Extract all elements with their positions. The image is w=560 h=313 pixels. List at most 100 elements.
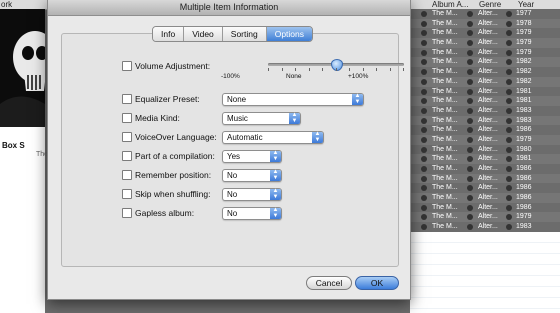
arrow-link-icon[interactable] (506, 69, 512, 76)
arrow-link-icon[interactable] (467, 166, 473, 172)
arrow-link-icon[interactable] (467, 30, 473, 37)
arrow-link-icon[interactable] (421, 88, 427, 95)
arrow-link-icon[interactable] (421, 224, 427, 231)
arrow-link-icon[interactable] (421, 98, 427, 105)
list-item[interactable]: The M... Alter... 1978 (410, 18, 560, 29)
media-kind-select[interactable]: Music ▲ ▼ (222, 112, 301, 125)
arrow-link-icon[interactable] (421, 59, 427, 66)
column-header-artwork[interactable]: ork (1, 0, 12, 9)
tab-sorting[interactable]: Sorting (222, 27, 267, 41)
arrow-link-icon[interactable] (421, 69, 427, 76)
list-item[interactable]: The M... Alter... 1983 (410, 222, 560, 232)
list-item[interactable]: The M... Alter... 1981 (410, 86, 560, 97)
arrow-link-icon[interactable] (506, 98, 512, 105)
arrow-link-icon[interactable] (506, 136, 512, 143)
arrow-link-icon[interactable] (506, 107, 512, 114)
list-item[interactable]: The M... Alter... 1983 (410, 105, 560, 116)
arrow-link-icon[interactable] (506, 224, 512, 231)
arrow-link-icon[interactable] (506, 117, 512, 124)
song-list[interactable]: The M... Alter... 1977 The M... Alter... 1978… (410, 9, 560, 313)
equalizer-preset-checkbox[interactable] (122, 94, 132, 104)
arrow-link-icon[interactable] (506, 88, 512, 95)
arrow-link-icon[interactable] (467, 69, 473, 76)
remember-position-checkbox[interactable] (122, 170, 132, 180)
list-item[interactable]: The M... Alter... 1981 (410, 154, 560, 164)
arrow-link-icon[interactable] (467, 204, 473, 211)
arrow-link-icon[interactable] (467, 59, 473, 66)
list-item[interactable]: The M... Alter... 1986 (410, 183, 560, 194)
arrow-link-icon[interactable] (421, 117, 427, 124)
arrow-link-icon[interactable] (467, 78, 473, 85)
arrow-link-icon[interactable] (506, 166, 512, 172)
arrow-link-icon[interactable] (506, 146, 512, 153)
arrow-link-icon[interactable] (506, 20, 512, 27)
tab-video[interactable]: Video (184, 27, 223, 41)
compilation-select[interactable]: Yes ▲ ▼ (222, 150, 282, 163)
arrow-link-icon[interactable] (506, 59, 512, 66)
list-item[interactable]: The M... Alter... 1986 (410, 193, 560, 203)
list-item[interactable]: The M... Alter... 1979 (410, 47, 560, 58)
arrow-link-icon[interactable] (467, 11, 473, 17)
skip-shuffling-select[interactable]: No ▲ ▼ (222, 188, 282, 201)
list-item[interactable]: The M... Alter... 1979 (410, 38, 560, 48)
arrow-link-icon[interactable] (421, 204, 427, 211)
arrow-link-icon[interactable] (467, 107, 473, 114)
column-header-genre[interactable]: Genre (479, 0, 501, 9)
list-item[interactable]: The M... Alter... 1977 (410, 9, 560, 19)
column-header-year[interactable]: Year (518, 0, 534, 9)
arrow-link-icon[interactable] (506, 185, 512, 192)
skip-shuffling-checkbox[interactable] (122, 189, 132, 199)
tab-info[interactable]: Info (153, 27, 185, 41)
arrow-link-icon[interactable] (506, 78, 512, 85)
gapless-album-select[interactable]: No ▲ ▼ (222, 207, 282, 220)
ok-button[interactable]: OK (355, 276, 399, 290)
compilation-checkbox[interactable] (122, 151, 132, 161)
arrow-link-icon[interactable] (421, 30, 427, 37)
arrow-link-icon[interactable] (506, 11, 512, 17)
arrow-link-icon[interactable] (506, 40, 512, 47)
list-item[interactable]: The M... Alter... 1986 (410, 173, 560, 184)
arrow-link-icon[interactable] (506, 214, 512, 221)
arrow-link-icon[interactable] (467, 136, 473, 143)
gapless-album-checkbox[interactable] (122, 208, 132, 218)
arrow-link-icon[interactable] (506, 204, 512, 211)
arrow-link-icon[interactable] (467, 117, 473, 124)
arrow-link-icon[interactable] (506, 49, 512, 56)
list-item[interactable]: The M... Alter... 1986 (410, 125, 560, 135)
arrow-link-icon[interactable] (421, 78, 427, 85)
list-item[interactable]: The M... Alter... 1982 (410, 57, 560, 68)
arrow-link-icon[interactable] (467, 98, 473, 105)
tab-options[interactable]: Options (266, 27, 313, 41)
volume-slider[interactable] (268, 59, 404, 71)
arrow-link-icon[interactable] (467, 224, 473, 231)
arrow-link-icon[interactable] (467, 127, 473, 134)
list-item[interactable]: The M... Alter... 1979 (410, 134, 560, 145)
arrow-link-icon[interactable] (421, 185, 427, 192)
arrow-link-icon[interactable] (467, 88, 473, 95)
arrow-link-icon[interactable] (467, 185, 473, 192)
arrow-link-icon[interactable] (506, 195, 512, 202)
arrow-link-icon[interactable] (467, 175, 473, 182)
arrow-link-icon[interactable] (421, 11, 427, 17)
remember-position-select[interactable]: No ▲ ▼ (222, 169, 282, 182)
list-item[interactable]: The M... Alter... 1980 (410, 144, 560, 155)
arrow-link-icon[interactable] (506, 127, 512, 134)
arrow-link-icon[interactable] (467, 40, 473, 47)
cancel-button[interactable]: Cancel (306, 276, 352, 290)
arrow-link-icon[interactable] (506, 30, 512, 37)
list-item[interactable]: The M... Alter... 1979 (410, 212, 560, 223)
arrow-link-icon[interactable] (506, 156, 512, 163)
list-item[interactable]: The M... Alter... 1986 (410, 164, 560, 174)
column-header-album-artist[interactable]: Album A... (432, 0, 468, 9)
list-item[interactable]: The M... Alter... 1982 (410, 67, 560, 77)
arrow-link-icon[interactable] (421, 175, 427, 182)
arrow-link-icon[interactable] (467, 49, 473, 56)
voiceover-language-checkbox[interactable] (122, 132, 132, 142)
list-item[interactable]: The M... Alter... 1983 (410, 115, 560, 126)
arrow-link-icon[interactable] (467, 195, 473, 202)
list-item[interactable]: The M... Alter... 1981 (410, 96, 560, 106)
arrow-link-icon[interactable] (467, 146, 473, 153)
arrow-link-icon[interactable] (421, 107, 427, 114)
list-item[interactable]: The M... Alter... 1979 (410, 28, 560, 39)
arrow-link-icon[interactable] (421, 214, 427, 221)
